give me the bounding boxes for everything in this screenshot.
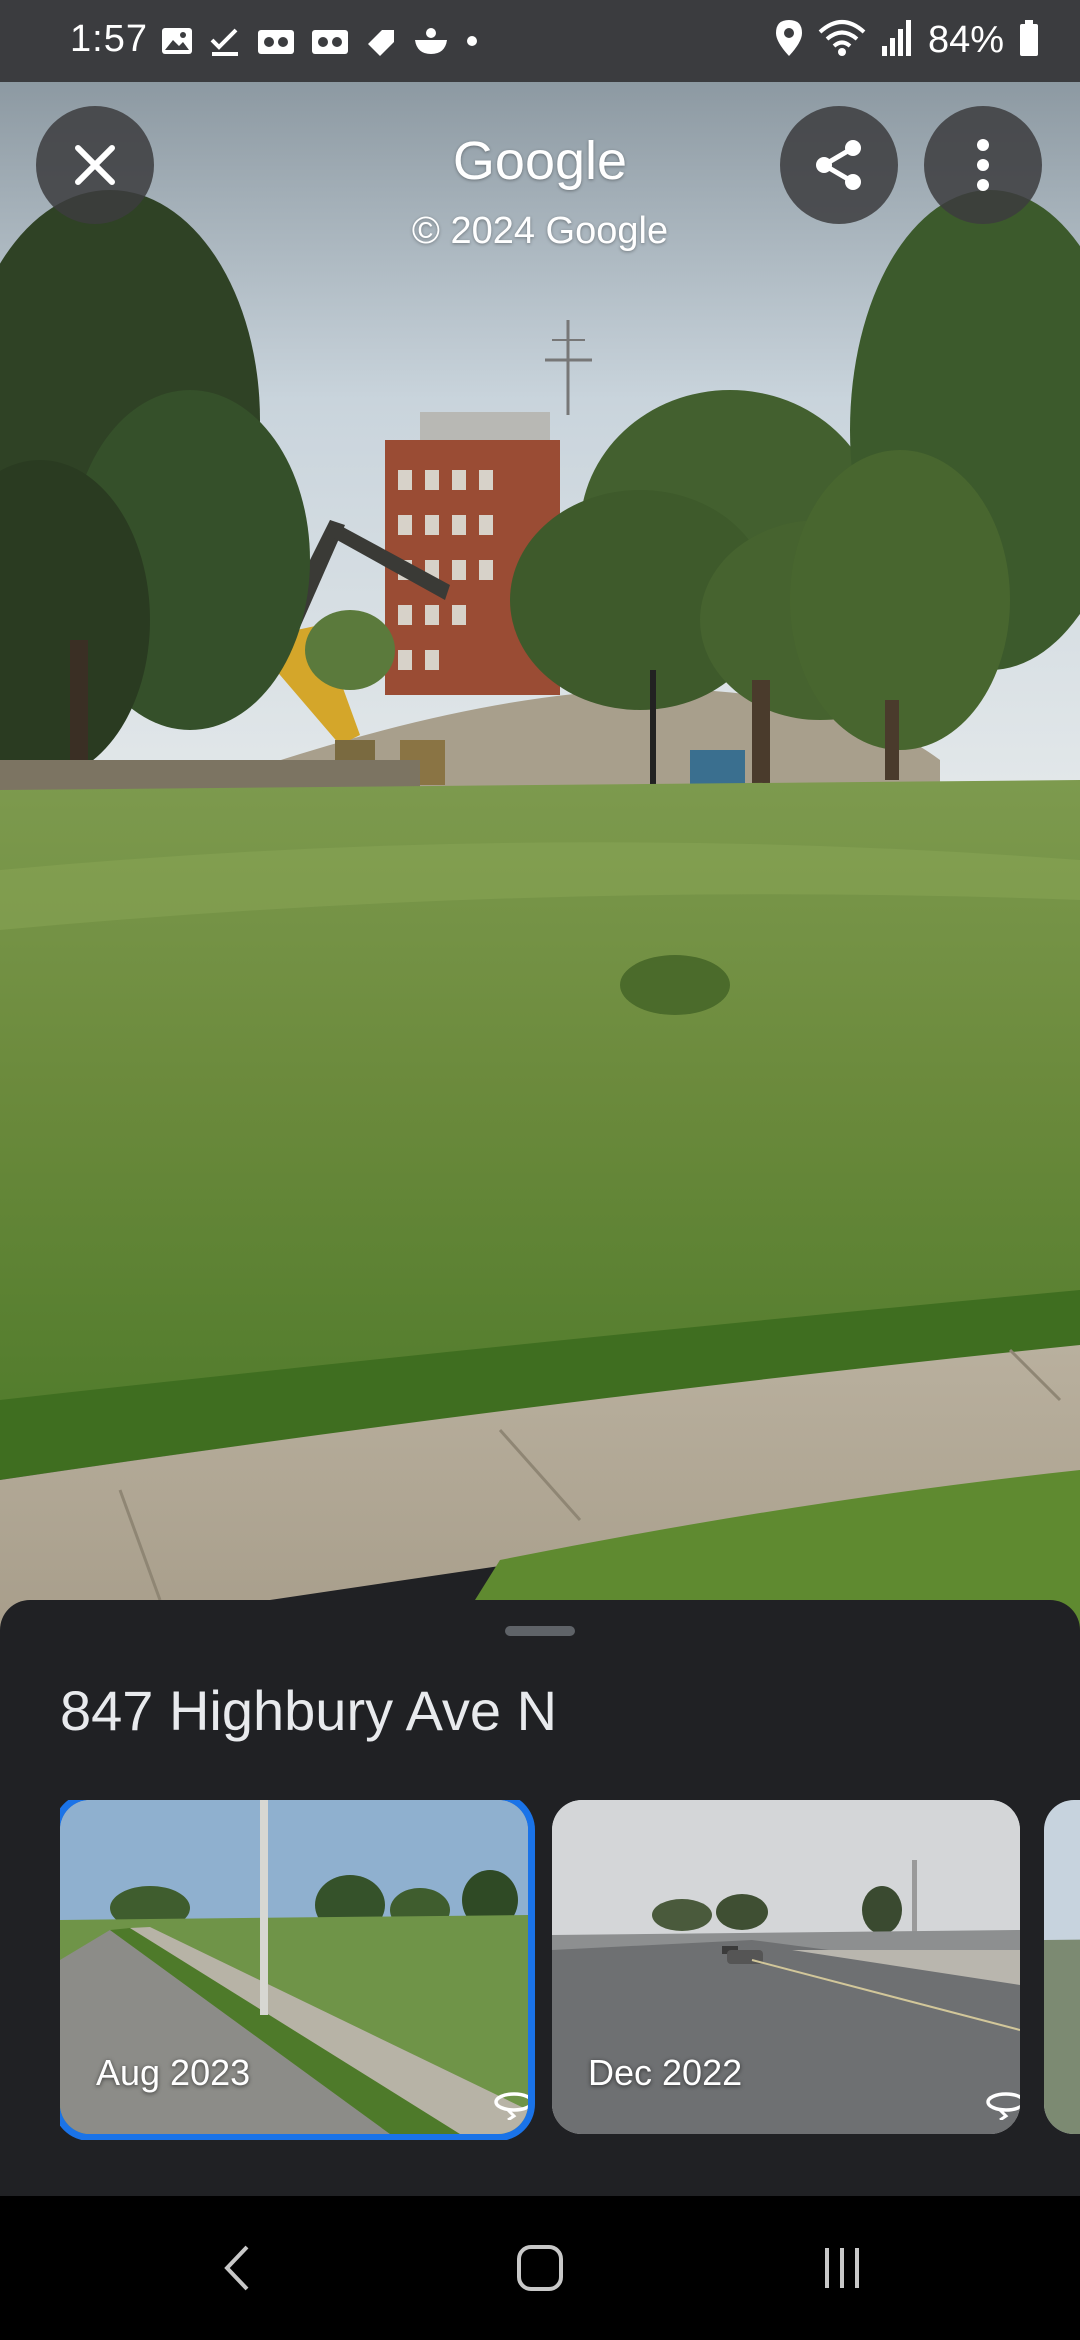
more-options-button[interactable] (924, 106, 1042, 224)
status-time: 1:57 (70, 18, 148, 60)
back-button[interactable] (196, 2236, 276, 2300)
imagery-date: Aug 2023 (96, 2052, 251, 2093)
bottom-sheet[interactable]: 847 Highbury Ave N Aug 2023 Dec 2022 (0, 1600, 1080, 2196)
street-view-app: 1:57 84% Google © 2024 Google 847 Highbu… (0, 0, 1080, 2340)
home-button[interactable] (500, 2236, 580, 2300)
dot-icon (464, 24, 480, 63)
address-title: 847 Highbury Ave N (60, 1679, 558, 1742)
status-bar: 1:57 84% (0, 0, 1080, 82)
provider-copyright: © 2024 Google (411, 210, 669, 252)
signal-icon (880, 18, 914, 63)
recents-icon (825, 2248, 859, 2288)
share-button[interactable] (780, 106, 898, 224)
imagery-card-dec-2022[interactable]: Dec 2022 (552, 1800, 1020, 2134)
home-icon (517, 2245, 563, 2291)
more-vert-icon (977, 139, 989, 191)
share-icon (816, 140, 861, 190)
system-icons: 84% (774, 18, 1040, 63)
check-icon (208, 24, 242, 63)
wifi-icon (818, 18, 866, 63)
gallery-icon (160, 24, 194, 63)
imagery-card-partial[interactable] (1044, 1800, 1080, 2134)
battery-icon (1018, 18, 1040, 63)
recents-button[interactable] (802, 2236, 882, 2300)
drag-handle[interactable] (505, 1626, 575, 1636)
voicemail-icon (256, 24, 296, 63)
back-chevron-icon (224, 2245, 249, 2291)
food-icon (412, 24, 450, 63)
voicemail-icon (310, 24, 350, 63)
battery-percentage: 84% (927, 19, 1004, 61)
imagery-date-carousel[interactable]: Aug 2023 Dec 2022 (60, 1800, 1080, 2140)
imagery-date: Dec 2022 (588, 2052, 743, 2093)
location-icon (774, 18, 804, 63)
imagery-card-aug-2023[interactable]: Aug 2023 (60, 1800, 528, 2134)
notification-icons (160, 24, 480, 63)
navigation-bar (0, 2196, 1080, 2340)
tag-icon (364, 24, 398, 63)
provider-title: Google (452, 131, 628, 191)
